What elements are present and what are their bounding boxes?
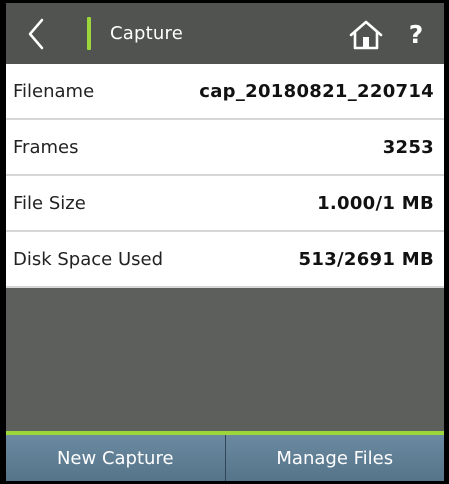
disk-space-value: 513/2691 MB <box>298 248 434 270</box>
new-capture-button[interactable]: New Capture <box>6 435 225 481</box>
frames-label: Frames <box>13 136 79 158</box>
filename-value: cap_20180821_220714 <box>199 80 434 102</box>
list-item-filename: Filename cap_20180821_220714 <box>6 64 444 120</box>
frames-value: 3253 <box>382 136 434 158</box>
back-button[interactable] <box>6 3 66 64</box>
header-bar: Capture ? <box>6 3 444 64</box>
file-size-value: 1.000/1 MB <box>317 192 434 214</box>
help-button[interactable]: ? <box>396 13 436 55</box>
filename-label: Filename <box>13 80 95 102</box>
home-icon <box>349 20 383 50</box>
disk-space-label: Disk Space Used <box>13 248 164 270</box>
manage-files-button[interactable]: Manage Files <box>224 435 444 481</box>
home-button[interactable] <box>345 15 387 55</box>
list-item-frames: Frames 3253 <box>6 120 444 176</box>
title-accent-bar <box>87 17 91 50</box>
page-title: Capture <box>110 23 183 44</box>
list-item-file-size: File Size 1.000/1 MB <box>6 176 444 232</box>
file-size-label: File Size <box>13 192 86 214</box>
capture-info-list: Filename cap_20180821_220714 Frames 3253… <box>6 64 444 288</box>
list-item-disk-space: Disk Space Used 513/2691 MB <box>6 232 444 288</box>
footer-bar: New Capture Manage Files <box>6 435 444 481</box>
chevron-left-icon <box>28 18 44 49</box>
capture-screen: Capture ? Filename cap_20180821_220714 F… <box>6 3 444 481</box>
